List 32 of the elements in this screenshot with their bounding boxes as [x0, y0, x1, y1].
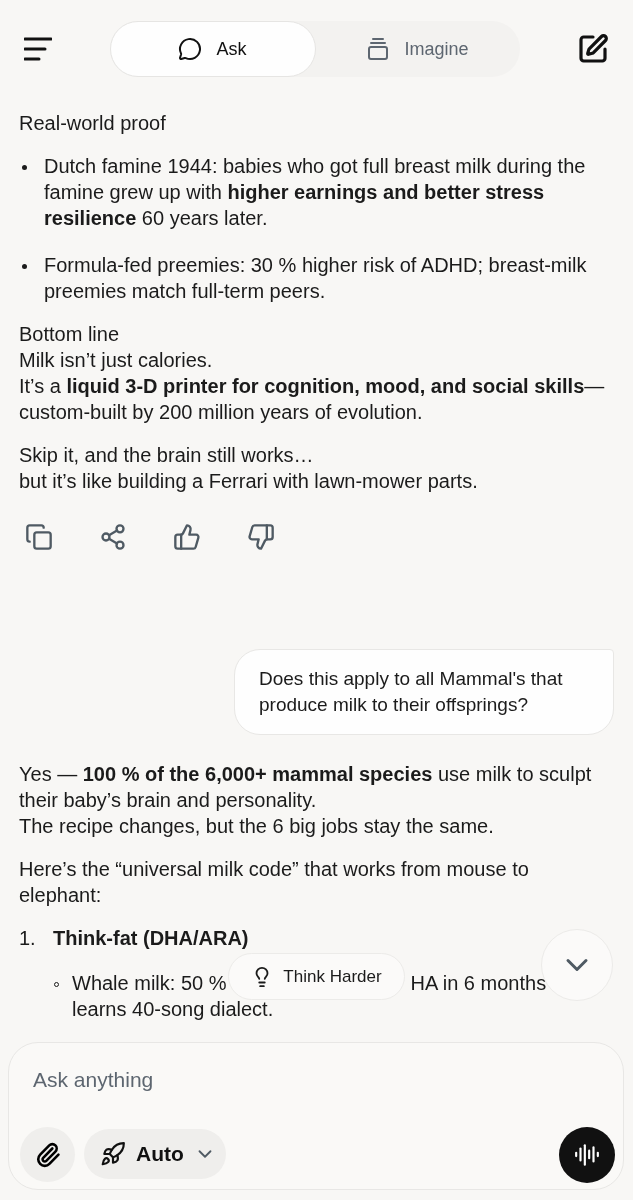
waveform-icon: [574, 1142, 600, 1168]
mode-tab[interactable]: Ask: [109, 21, 316, 77]
ask-input-field[interactable]: Ask anything: [31, 1061, 535, 1099]
message-text: Bottom line: [19, 322, 121, 347]
list-item-text: HA in 6 months: [410, 971, 547, 996]
voice-button[interactable]: [559, 1127, 615, 1183]
list-item-title: Think-fat (DHA/ARA): [53, 926, 249, 951]
speech-bubble-icon: [178, 37, 203, 61]
message-text: Yes — 100 % of the 6,000+ mammal species use milk to sculpt their baby’s brain and personality.: [19, 762, 593, 813]
user-message: Does this apply to all Mammal's that produce milk to their offsprings?: [234, 649, 614, 735]
image-stack-icon: [366, 37, 391, 61]
list-item-text: Whale milk: 50 %: [72, 971, 227, 996]
think-harder-button[interactable]: Think Harder: [228, 953, 405, 1000]
list-item-text: Dutch famine 1944: babies who got full breast milk during the famine grew up with higher earnings and better stress resilience 60 years later.: [44, 154, 587, 231]
list-item-text: learns 40-song dialect.: [72, 997, 274, 1022]
message-text: It’s a liquid 3-D printer for cognition, mood, and social skills—custom-built by 200 million years of evolution.: [19, 374, 606, 425]
rocket-icon: [100, 1141, 126, 1167]
list-number: 1.: [19, 926, 37, 951]
message-text: but it’s like building a Ferrari with lawn-mower parts.: [19, 469, 479, 494]
message-text: The recipe changes, but the 6 big jobs stay the same.: [19, 814, 495, 839]
mode-selector[interactable]: Auto: [84, 1129, 226, 1179]
new-chat-icon[interactable]: [577, 33, 609, 65]
menu-icon[interactable]: [24, 37, 52, 61]
message-text: Real-world proof: [19, 111, 167, 136]
message-text: Milk isn’t just calories.: [19, 348, 214, 373]
message-text: Skip it, and the brain still works…: [19, 443, 315, 468]
list-item-text: Formula-fed preemies: 30 % higher risk of ADHD; breast-milk preemies match full-term peers.: [44, 253, 588, 304]
paperclip-icon: [34, 1141, 61, 1168]
mode-tab[interactable]: Imagine: [315, 21, 520, 77]
bullet-icon: [22, 264, 27, 269]
message-text: Here’s the “universal milk code” that works from mouse to elephant:: [19, 857, 530, 908]
bullet-icon: [22, 165, 27, 170]
